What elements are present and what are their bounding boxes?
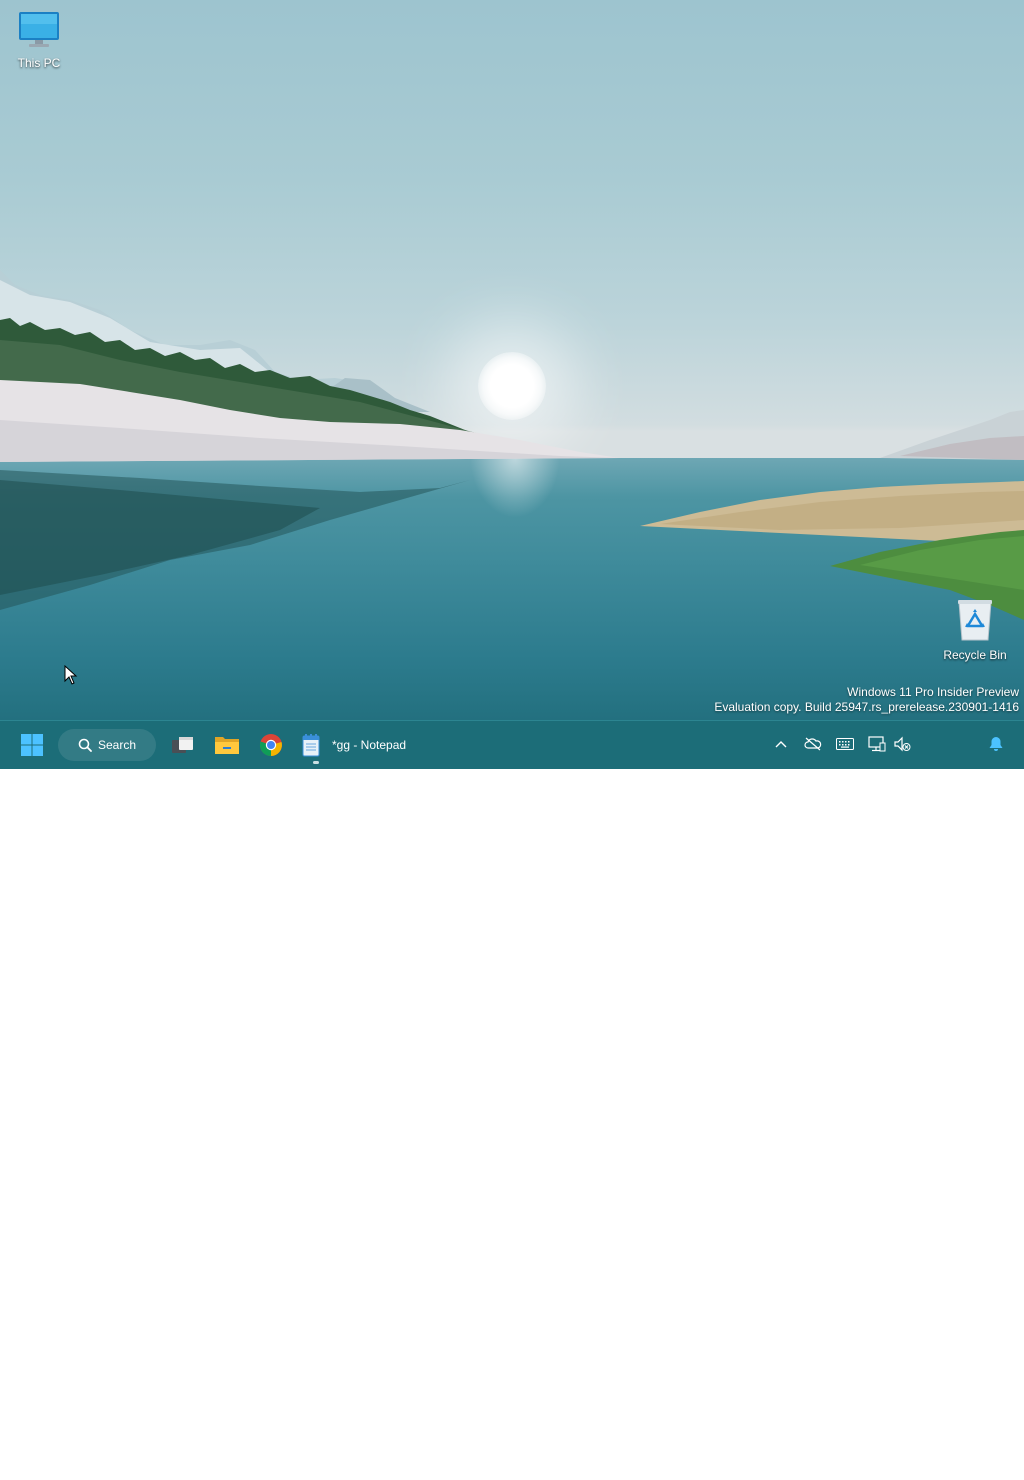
desktop-icon-label: Recycle Bin (943, 648, 1007, 662)
taskbar-clock[interactable]: 11:16 AM 9/11/2023 (918, 1450, 992, 1480)
volume-muted-icon (894, 736, 911, 752)
network-button[interactable] (866, 733, 888, 755)
onedrive-button[interactable] (802, 733, 824, 755)
file-explorer-button[interactable] (207, 725, 247, 765)
desktop-icon-label: This PC (17, 56, 61, 70)
taskbar: Search *gg - Notepad 11:16 AM 9/11/2023 (0, 720, 1024, 1479)
evaluation-watermark: Windows 11 Pro Insider Preview Evaluatio… (714, 685, 1019, 715)
watermark-build: Evaluation copy. Build 25947.rs_prerelea… (714, 700, 1019, 714)
task-view-icon (172, 737, 193, 753)
clock-date: 9/11/2023 (928, 1465, 982, 1479)
show-hidden-icons-button[interactable] (770, 733, 792, 755)
volume-button[interactable] (891, 733, 913, 755)
notification-bell-icon (989, 737, 1003, 751)
network-icon (868, 736, 886, 752)
this-pc-icon (19, 12, 59, 47)
wallpaper-landscape (0, 270, 1024, 620)
touch-keyboard-button[interactable] (834, 733, 856, 755)
desktop-icon-this-pc[interactable]: This PC (1, 10, 77, 70)
notepad-taskbar-button[interactable]: *gg - Notepad (300, 725, 430, 765)
watermark-edition: Windows 11 Pro Insider Preview (847, 685, 1019, 699)
folder-icon (215, 737, 239, 754)
onedrive-icon (804, 737, 822, 751)
chrome-icon (259, 734, 282, 757)
start-button[interactable] (12, 725, 52, 765)
recycle-bin-icon (958, 600, 992, 641)
mouse-cursor-icon (64, 665, 78, 685)
clock-time: 11:16 AM (930, 1450, 980, 1464)
notepad-window-title: *gg - Notepad (332, 738, 407, 752)
chrome-button[interactable] (251, 725, 291, 765)
task-view-button[interactable] (163, 725, 203, 765)
notification-center-button[interactable] (985, 733, 1007, 755)
running-indicator (313, 761, 319, 764)
keyboard-icon (836, 738, 854, 750)
desktop-wallpaper (0, 0, 1024, 720)
search-button[interactable]: Search (58, 729, 156, 761)
search-label: Search (97, 738, 137, 752)
windows-logo-icon (21, 734, 43, 756)
notepad-icon (302, 734, 320, 757)
desktop-icon-recycle-bin[interactable]: Recycle Bin (937, 598, 1013, 662)
search-icon (78, 738, 92, 752)
chevron-up-icon (775, 741, 787, 748)
